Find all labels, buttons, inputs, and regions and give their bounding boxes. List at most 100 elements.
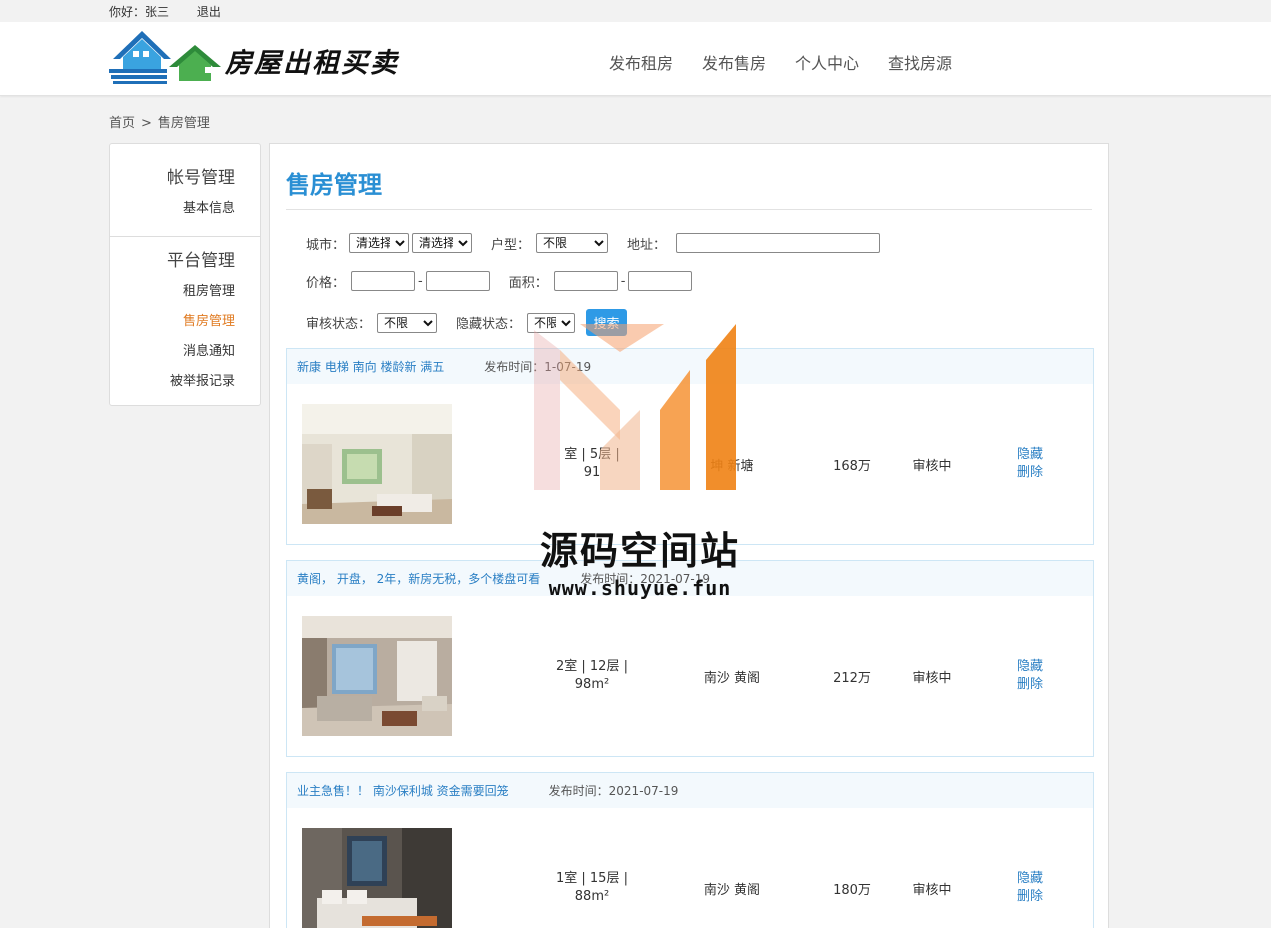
- listing-spec-area: 88m²: [574, 889, 610, 904]
- price-max-input[interactable]: [425, 271, 490, 291]
- house-photo-icon: [302, 404, 452, 524]
- listing-location: 坤 新塘: [710, 459, 754, 474]
- date-value: 2021-07-19: [608, 784, 679, 798]
- audit-status-select[interactable]: 不限: [377, 312, 438, 333]
- page-title: 售房管理: [286, 171, 382, 199]
- listing-price: 180万: [833, 883, 871, 898]
- listing-card: 新康 电梯 南向 楼龄新 满五 发布时间：1-07-19 室 | 5层 | 91…: [286, 348, 1094, 545]
- nav-publish-sale[interactable]: 发布售房: [702, 50, 766, 74]
- listing-spec-area: 98m²: [574, 677, 610, 692]
- sidebar-item-reports[interactable]: 被举报记录: [110, 370, 235, 389]
- sidebar-item-notifications[interactable]: 消息通知: [110, 340, 235, 359]
- delete-button[interactable]: 删除: [1017, 888, 1043, 906]
- username: 张三: [145, 5, 170, 19]
- listing-price: 168万: [833, 459, 871, 474]
- address-label: 地址：: [627, 237, 667, 253]
- sidebar-title-platform: 平台管理: [167, 251, 235, 271]
- delete-button[interactable]: 删除: [1017, 464, 1043, 482]
- filter-row-3: 审核状态： 不限 隐藏状态： 不限 搜索: [306, 309, 628, 336]
- listing-status: 审核中: [912, 883, 952, 898]
- listing-card: 黄阁， 开盘， 2年，新房无税，多个楼盘可看 发布时间：2021-07-19 2…: [286, 560, 1094, 757]
- site-logo[interactable]: 房屋出租买卖: [109, 29, 419, 85]
- filter-row-1: 城市： 清选择 清选择 户型： 不限 地址：: [306, 233, 881, 253]
- area-range-sep: -: [620, 273, 626, 289]
- listing-header: 黄阁， 开盘， 2年，新房无税，多个楼盘可看 发布时间：2021-07-19: [287, 561, 1093, 596]
- city-select-1[interactable]: 清选择: [349, 233, 410, 253]
- listing-title[interactable]: 黄阁， 开盘， 2年，新房无税，多个楼盘可看: [297, 570, 540, 587]
- listing-header: 业主急售！！ 南沙保利城 资金需要回笼 发布时间：2021-07-19: [287, 773, 1093, 808]
- breadcrumb-separator: >: [141, 116, 152, 131]
- listing-actions: 隐藏 删除: [1017, 870, 1043, 906]
- listing-photo[interactable]: [302, 404, 452, 524]
- area-max-input[interactable]: [628, 271, 693, 291]
- listing-spec: 室 | 5层 | 91: [542, 446, 642, 482]
- delete-button[interactable]: 删除: [1017, 676, 1043, 694]
- house-logo-icon: [109, 31, 221, 84]
- site-title: 房屋出租买卖: [225, 48, 399, 79]
- listing-photo[interactable]: [302, 616, 452, 736]
- listing-title[interactable]: 新康 电梯 南向 楼龄新 满五: [297, 358, 444, 375]
- price-range-sep: -: [418, 273, 423, 289]
- listing-actions: 隐藏 删除: [1017, 658, 1043, 694]
- listing-date: 发布时间：2021-07-19: [580, 570, 710, 587]
- date-prefix: 发布时间：: [580, 572, 641, 586]
- listing-actions: 隐藏 删除: [1017, 446, 1043, 482]
- sidebar-divider: [110, 236, 260, 237]
- hide-button[interactable]: 隐藏: [1017, 446, 1043, 464]
- sidebar-title-account: 帐号管理: [167, 168, 235, 188]
- listing-header: 新康 电梯 南向 楼龄新 满五 发布时间：1-07-19: [287, 349, 1093, 384]
- listing-spec: 1室 | 15层 | 88m²: [542, 870, 642, 906]
- sidebar-item-basic-info[interactable]: 基本信息: [110, 197, 235, 216]
- city-label: 城市：: [306, 237, 346, 253]
- sidebar: 帐号管理 基本信息 平台管理 租房管理 售房管理 消息通知 被举报记录: [109, 143, 261, 406]
- listing-date: 发布时间：2021-07-19: [549, 782, 679, 799]
- sidebar-account-group: 帐号管理 基本信息: [110, 163, 260, 216]
- main-nav: 发布租房 发布售房 个人中心 查找房源: [609, 50, 952, 74]
- listing-location: 南沙 黄阁: [703, 671, 761, 686]
- hide-button[interactable]: 隐藏: [1017, 870, 1043, 888]
- house-type-label: 户型：: [491, 237, 531, 253]
- listing-card: 业主急售！！ 南沙保利城 资金需要回笼 发布时间：2021-07-19 1室 |…: [286, 772, 1094, 928]
- listing-spec-rooms: 2室 | 12层 |: [556, 659, 628, 674]
- listing-price: 212万: [833, 671, 871, 686]
- filter-row-2: 价格： - 面积： -: [306, 271, 693, 291]
- area-min-input[interactable]: [553, 271, 618, 291]
- nav-find-house[interactable]: 查找房源: [888, 50, 952, 74]
- listing-spec-rooms: 室 | 5层 |: [564, 447, 620, 462]
- house-type-select[interactable]: 不限: [536, 233, 609, 253]
- main-panel: 售房管理 城市： 清选择 清选择 户型： 不限 地址： 价格： - 面积： - …: [269, 143, 1109, 928]
- listing-status: 审核中: [912, 459, 952, 474]
- city-select-2[interactable]: 清选择: [412, 233, 473, 253]
- date-value: 2021-07-19: [640, 572, 711, 586]
- hide-button[interactable]: 隐藏: [1017, 658, 1043, 676]
- greeting-text: 你好：张三: [109, 5, 169, 19]
- listing-spec: 2室 | 12层 | 98m²: [542, 658, 642, 694]
- breadcrumb-home[interactable]: 首页: [109, 116, 135, 131]
- title-divider: [286, 209, 1092, 210]
- sidebar-platform-group: 平台管理 租房管理 售房管理 消息通知 被举报记录: [110, 246, 260, 389]
- area-label: 面积：: [508, 275, 548, 291]
- greeting-label: 你好：: [109, 5, 146, 19]
- nav-publish-rent[interactable]: 发布租房: [609, 50, 673, 74]
- listing-photo[interactable]: [302, 828, 452, 928]
- listing-title[interactable]: 业主急售！！ 南沙保利城 资金需要回笼: [297, 782, 509, 799]
- price-label: 价格：: [306, 275, 346, 291]
- listing-spec-rooms: 1室 | 15层 |: [556, 871, 628, 886]
- audit-status-label: 审核状态：: [306, 317, 372, 332]
- date-value: 1-07-19: [544, 360, 592, 374]
- listing-location: 南沙 黄阁: [703, 883, 761, 898]
- price-min-input[interactable]: [351, 271, 416, 291]
- date-prefix: 发布时间：: [484, 360, 545, 374]
- date-prefix: 发布时间：: [548, 784, 609, 798]
- breadcrumb: 首页 > 售房管理: [109, 112, 210, 131]
- hidden-status-label: 隐藏状态：: [456, 317, 522, 332]
- listing-status: 审核中: [912, 671, 952, 686]
- sidebar-item-rent-manage[interactable]: 租房管理: [110, 280, 235, 299]
- search-button[interactable]: 搜索: [586, 309, 628, 336]
- address-input[interactable]: [676, 233, 881, 253]
- hidden-status-select[interactable]: 不限: [527, 312, 576, 333]
- logout-link[interactable]: 退出: [197, 5, 221, 19]
- sidebar-item-sale-manage[interactable]: 售房管理: [110, 310, 235, 329]
- nav-personal-center[interactable]: 个人中心: [795, 50, 859, 74]
- listing-spec-area: 91: [583, 465, 601, 480]
